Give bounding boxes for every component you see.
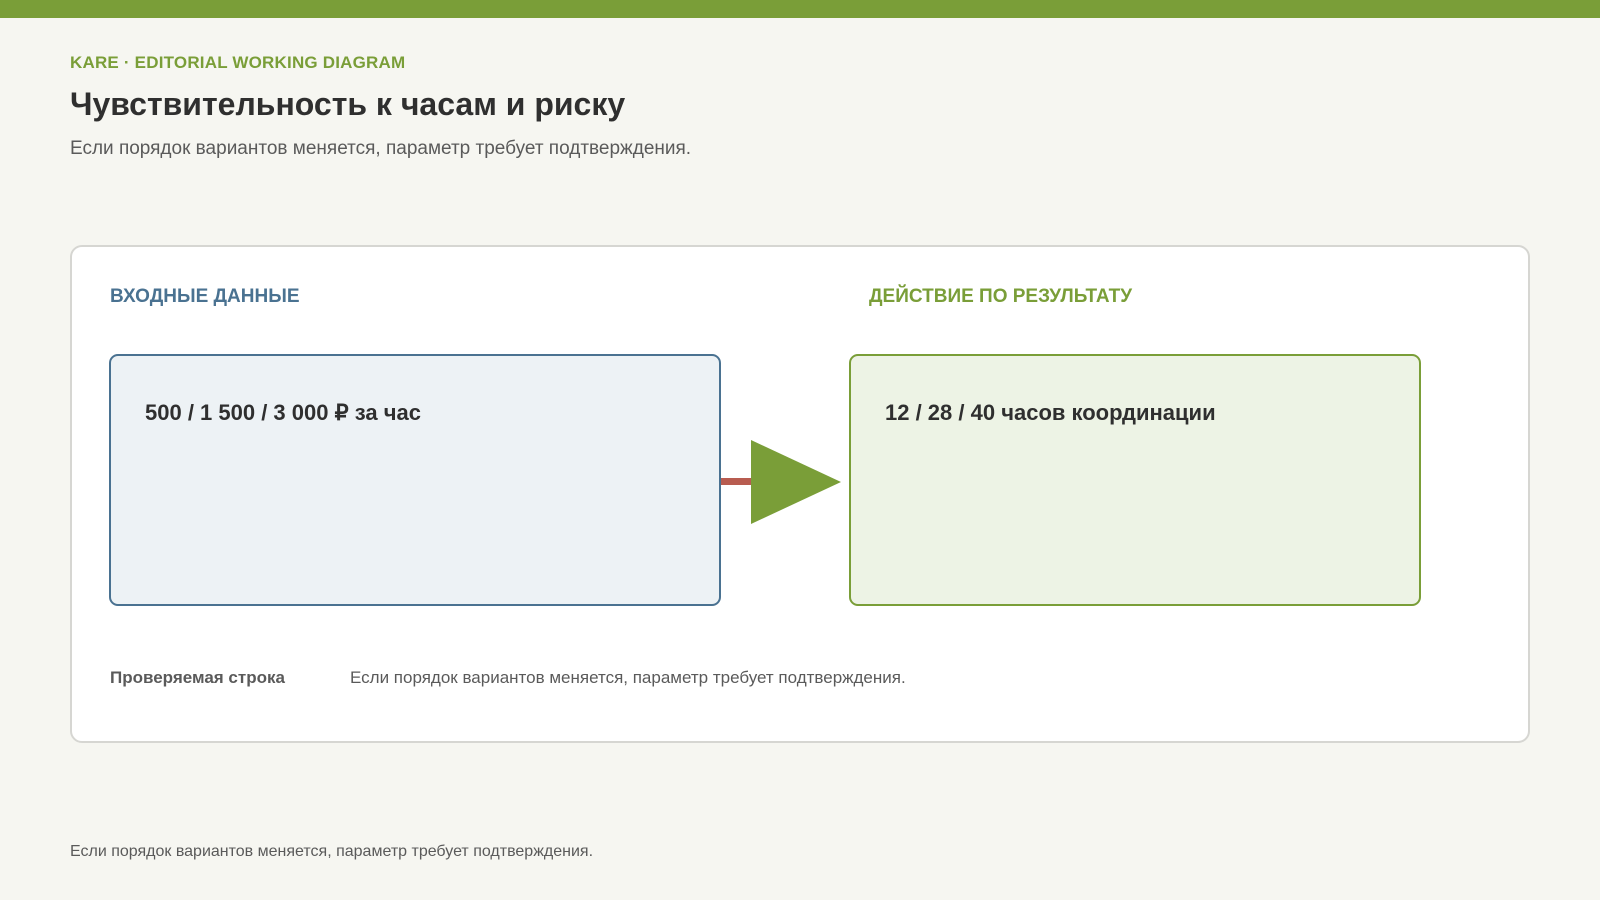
input-box-value: 500 / 1 500 / 3 000 ₽ за час bbox=[145, 400, 421, 425]
output-box-value: 12 / 28 / 40 часов координации bbox=[885, 400, 1216, 425]
page-title: Чувствительность к часам и риску bbox=[70, 86, 626, 122]
input-column-heading: ВХОДНЫЕ ДАННЫЕ bbox=[110, 286, 300, 307]
footer-note: Если порядок вариантов меняется, парамет… bbox=[70, 843, 594, 860]
output-box: 12 / 28 / 40 часов координации bbox=[849, 354, 1421, 606]
arrow-head-icon bbox=[751, 440, 841, 524]
eyebrow-label: KARE · EDITORIAL WORKING DIAGRAM bbox=[70, 53, 406, 72]
page-subtitle: Если порядок вариантов меняется, парамет… bbox=[70, 138, 692, 159]
connector-line bbox=[721, 478, 751, 485]
check-row-text: Если порядок вариантов меняется, парамет… bbox=[350, 668, 906, 687]
connector-arrow bbox=[721, 440, 841, 524]
input-box: 500 / 1 500 / 3 000 ₽ за час bbox=[109, 354, 721, 606]
output-column-heading: ДЕЙСТВИЕ ПО РЕЗУЛЬТАТУ bbox=[869, 286, 1133, 307]
top-accent-bar bbox=[0, 0, 1600, 18]
check-row-label: Проверяемая строка bbox=[110, 668, 285, 687]
